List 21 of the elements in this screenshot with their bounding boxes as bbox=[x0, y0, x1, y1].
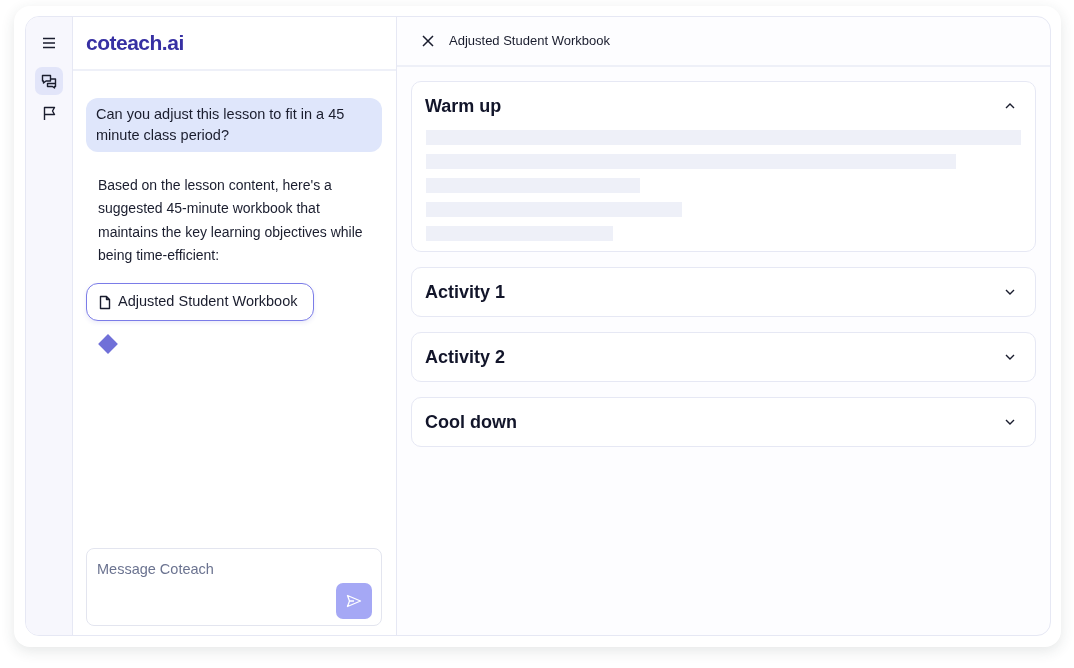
send-icon bbox=[346, 594, 362, 608]
logo: coteach.ai bbox=[86, 30, 184, 57]
rail-button[interactable] bbox=[35, 67, 63, 95]
document-button[interactable]: Adjusted Student Workbook bbox=[86, 283, 314, 322]
chevron-up-icon bbox=[1005, 103, 1015, 109]
user-message: Can you adjust this lesson to fit in a 45 minute class period? bbox=[86, 98, 382, 152]
section-header[interactable]: Warm up bbox=[412, 82, 1035, 130]
panel-title: Adjusted Student Workbook bbox=[449, 32, 610, 51]
flag-icon bbox=[42, 105, 56, 121]
section-header[interactable]: Activity 2 bbox=[412, 333, 1035, 381]
chevron-down-icon bbox=[1005, 354, 1015, 360]
document-icon bbox=[99, 294, 111, 310]
chat-bubbles-icon bbox=[41, 73, 57, 89]
section-header[interactable]: Cool down bbox=[412, 398, 1035, 446]
chevron-down-icon bbox=[1005, 289, 1015, 295]
message-field[interactable]: Message Coteach bbox=[87, 549, 381, 625]
section-header[interactable]: Activity 1 bbox=[412, 268, 1035, 316]
assistant-message: Based on the lesson content, here's a suggested 45-minute workbook that maintains the key learning objectives while being time-efficient: bbox=[97, 176, 364, 265]
close-icon bbox=[422, 35, 434, 47]
chevron-down-icon bbox=[1005, 419, 1015, 425]
menu-icon bbox=[42, 37, 56, 49]
